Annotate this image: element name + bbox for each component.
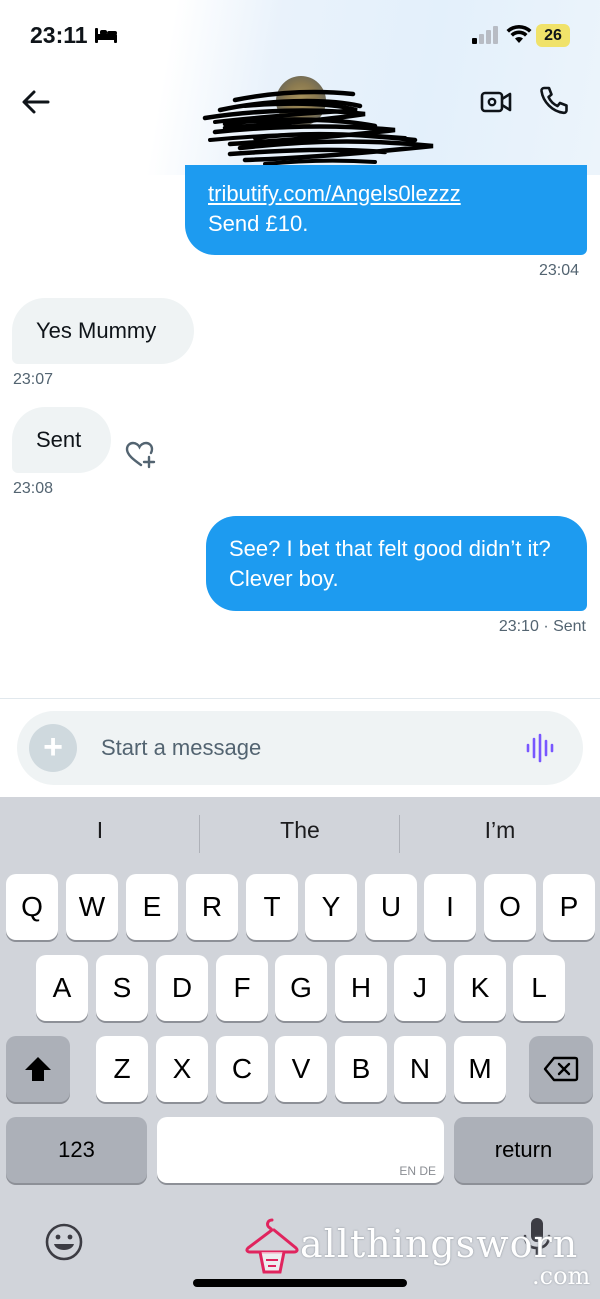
language-hint: EN DE: [399, 1164, 436, 1178]
key-g[interactable]: G: [275, 955, 327, 1021]
voice-message-button[interactable]: [525, 733, 555, 768]
key-o[interactable]: O: [484, 874, 536, 940]
key-w[interactable]: W: [66, 874, 118, 940]
key-j[interactable]: J: [394, 955, 446, 1021]
message-timestamp: 23:07: [13, 371, 54, 388]
status-time: 23:11: [30, 22, 88, 48]
key-c[interactable]: C: [216, 1036, 268, 1102]
battery-level: 26: [536, 24, 570, 47]
sleep-focus-icon: [94, 26, 118, 49]
message-bubble-incoming[interactable]: Sent: [12, 407, 111, 473]
redaction-scribble: [202, 89, 434, 166]
cellular-signal-icon: [472, 26, 500, 49]
composer-divider: [0, 698, 600, 699]
message-link[interactable]: tributify.com/Angels0lezzz: [208, 179, 565, 209]
backspace-icon: [543, 1056, 579, 1081]
voice-call-button[interactable]: [538, 84, 570, 116]
suggestion-item[interactable]: I’m: [401, 817, 599, 844]
message-timestamp: 23:04: [539, 262, 580, 279]
message-input[interactable]: [101, 711, 481, 785]
numbers-key[interactable]: 123: [6, 1117, 147, 1183]
key-i[interactable]: I: [424, 874, 476, 940]
wifi-icon: [506, 24, 532, 49]
home-indicator[interactable]: [193, 1279, 407, 1287]
space-key[interactable]: EN DE: [157, 1117, 444, 1183]
suggestion-item[interactable]: I: [1, 817, 199, 844]
audio-waveform-icon: [526, 733, 554, 763]
conversation-header: 23:11 26: [0, 0, 600, 175]
key-a[interactable]: A: [36, 955, 88, 1021]
key-f[interactable]: F: [216, 955, 268, 1021]
key-m[interactable]: M: [454, 1036, 506, 1102]
message-composer: +: [17, 711, 583, 785]
arrow-left-icon: [22, 90, 50, 114]
add-media-button[interactable]: +: [29, 724, 77, 772]
add-reaction-heart-icon[interactable]: [124, 440, 158, 475]
key-l[interactable]: L: [513, 955, 565, 1021]
video-call-icon: [480, 91, 512, 113]
suggestion-divider: [199, 815, 200, 853]
emoji-icon: [45, 1223, 83, 1261]
message-timestamp: 23:08: [13, 480, 54, 497]
key-z[interactable]: Z: [96, 1036, 148, 1102]
key-q[interactable]: Q: [6, 874, 58, 940]
suggestion-item[interactable]: The: [201, 817, 399, 844]
message-timestamp: 23:10: [498, 618, 539, 635]
key-v[interactable]: V: [275, 1036, 327, 1102]
phone-icon: [540, 86, 568, 115]
message-bubble-incoming[interactable]: Yes Mummy: [12, 298, 194, 364]
key-r[interactable]: R: [186, 874, 238, 940]
key-s[interactable]: S: [96, 955, 148, 1021]
watermark-text: allthingsworn: [300, 1222, 579, 1266]
key-n[interactable]: N: [394, 1036, 446, 1102]
message-text: See? I bet that felt good didn’t it? Cle…: [229, 536, 551, 591]
message-status-line: 23:10 · Sent: [499, 618, 586, 636]
message-text: Sent: [36, 427, 82, 452]
return-key[interactable]: return: [454, 1117, 593, 1183]
delivery-status: · Sent: [543, 618, 586, 635]
key-y[interactable]: Y: [305, 874, 357, 940]
key-e[interactable]: E: [126, 874, 178, 940]
hanger-logo-icon: [244, 1216, 300, 1281]
delete-key[interactable]: [529, 1036, 593, 1102]
emoji-keyboard-button[interactable]: [44, 1222, 84, 1267]
video-call-button[interactable]: [480, 86, 512, 118]
key-u[interactable]: U: [365, 874, 417, 940]
message-bubble-outgoing[interactable]: tributify.com/Angels0lezzz Send £10.: [185, 165, 587, 255]
shift-arrow-icon: [25, 1056, 51, 1081]
key-b[interactable]: B: [335, 1036, 387, 1102]
key-h[interactable]: H: [335, 955, 387, 1021]
suggestion-divider: [399, 815, 400, 853]
key-t[interactable]: T: [246, 874, 298, 940]
back-button[interactable]: [18, 84, 54, 120]
shift-key[interactable]: [6, 1036, 70, 1102]
watermark-domain: .com: [532, 1262, 591, 1290]
key-p[interactable]: P: [543, 874, 595, 940]
message-bubble-outgoing[interactable]: See? I bet that felt good didn’t it? Cle…: [206, 516, 587, 611]
key-k[interactable]: K: [454, 955, 506, 1021]
message-text: Yes Mummy: [36, 318, 157, 343]
key-d[interactable]: D: [156, 955, 208, 1021]
key-x[interactable]: X: [156, 1036, 208, 1102]
message-text: Send £10.: [208, 211, 309, 236]
